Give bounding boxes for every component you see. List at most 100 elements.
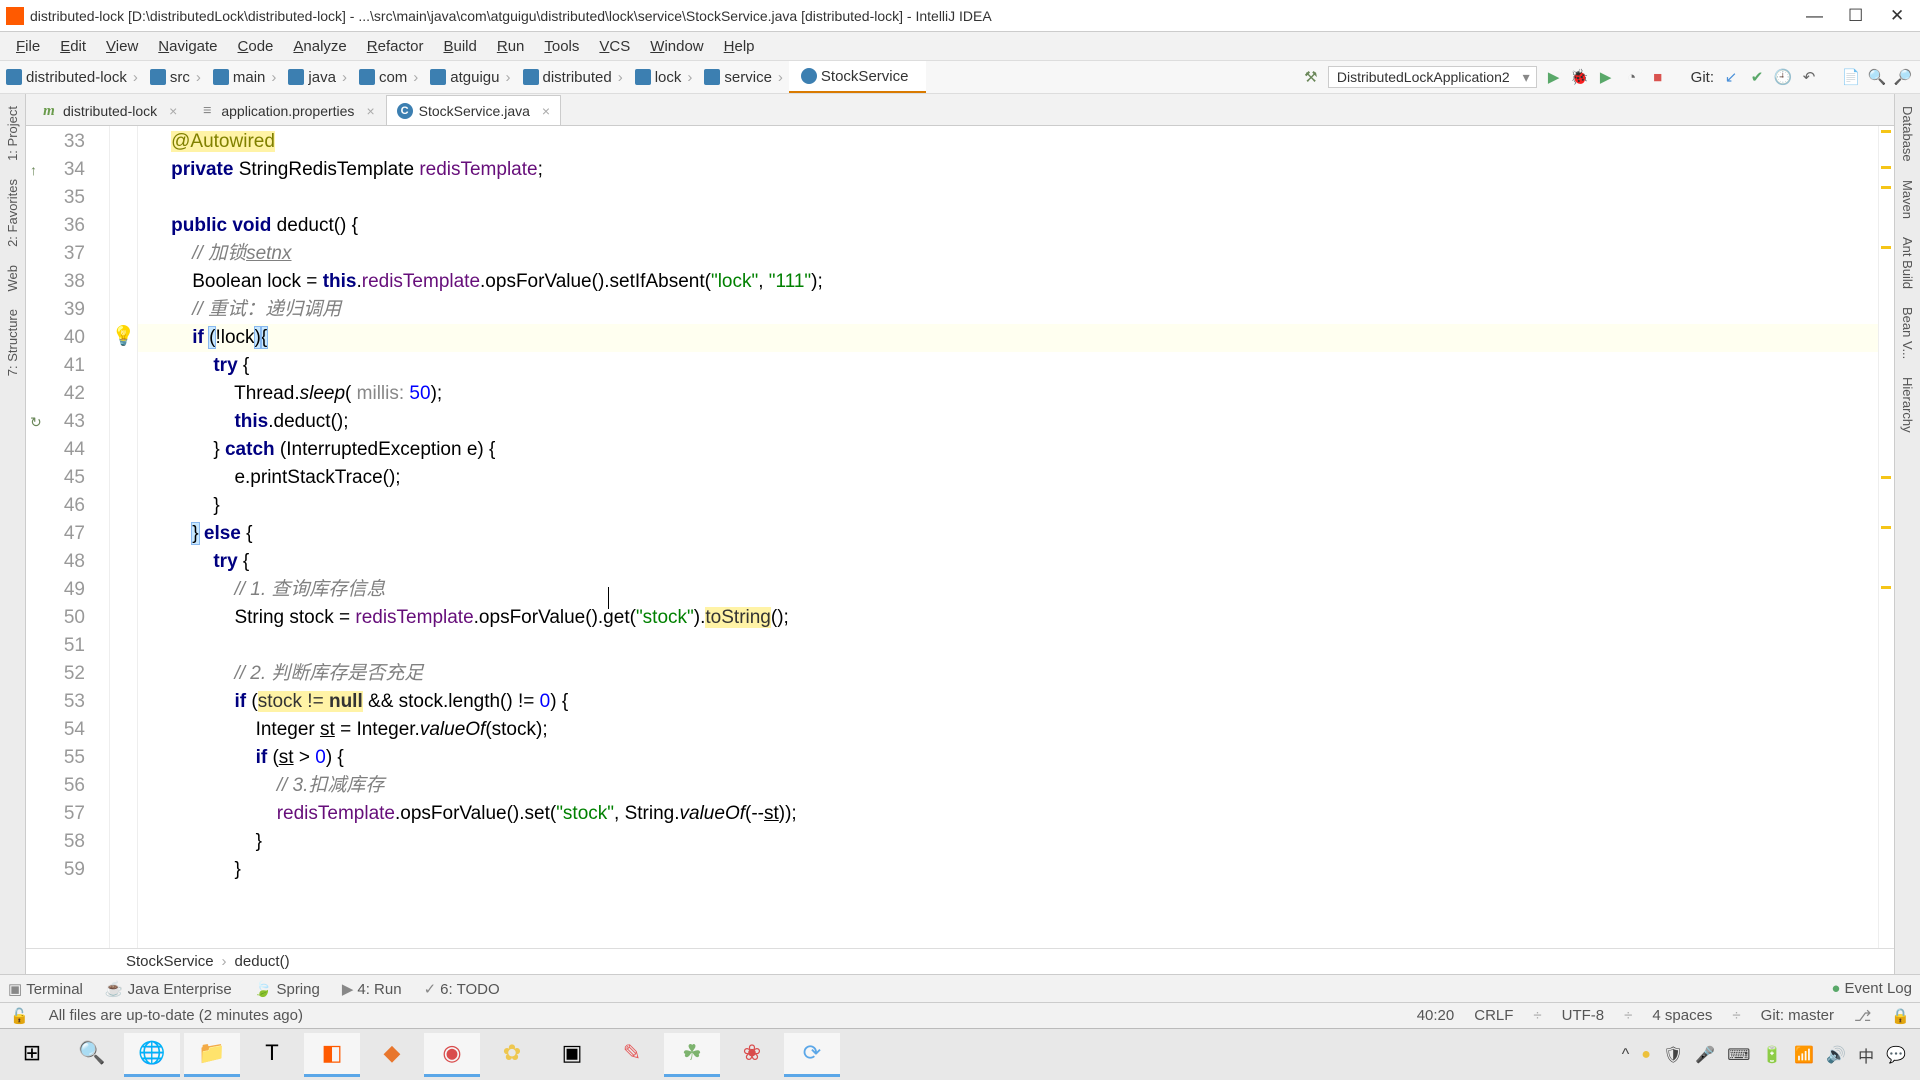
code-line[interactable]: if (!lock){ bbox=[138, 324, 1878, 352]
status-git-branch[interactable]: Git: master bbox=[1761, 1007, 1834, 1024]
code-line[interactable]: Integer st = Integer.valueOf(stock); bbox=[138, 716, 1878, 744]
code-line[interactable]: this.deduct(); bbox=[138, 408, 1878, 436]
warning-marker[interactable] bbox=[1881, 246, 1891, 249]
crumb-distributed-lock[interactable]: distributed-lock bbox=[0, 61, 144, 93]
toolwindow-bean-v---[interactable]: Bean V... bbox=[1900, 301, 1915, 365]
menu-item-view[interactable]: View bbox=[96, 38, 148, 55]
line-number[interactable]: 56 bbox=[26, 772, 109, 800]
code-editor[interactable]: 3334↑353637383940414243↻4445464748495051… bbox=[26, 126, 1894, 948]
profile-icon[interactable]: ◔ bbox=[1623, 68, 1641, 86]
terminal-icon[interactable]: ▣ bbox=[544, 1033, 600, 1077]
tray-volume-icon[interactable]: 🔊 bbox=[1826, 1045, 1846, 1065]
code-line[interactable]: } bbox=[138, 856, 1878, 884]
open-icon[interactable]: 📄 bbox=[1842, 68, 1860, 86]
status-line-sep[interactable]: CRLF bbox=[1474, 1007, 1513, 1024]
tab-distributed-lock[interactable]: mdistributed-lock× bbox=[30, 95, 188, 125]
menu-item-file[interactable]: File bbox=[6, 38, 50, 55]
crumb-distributed[interactable]: distributed bbox=[517, 61, 629, 93]
text-editor-icon[interactable]: T bbox=[244, 1033, 300, 1077]
code-line[interactable]: // 3.扣减库存 bbox=[138, 772, 1878, 800]
app-icon-3[interactable]: ✿ bbox=[484, 1033, 540, 1077]
code-line[interactable]: Thread.sleep( millis: 50); bbox=[138, 380, 1878, 408]
code-line[interactable]: @Autowired bbox=[138, 128, 1878, 156]
line-number[interactable]: 50 bbox=[26, 604, 109, 632]
toolwindow-maven[interactable]: Maven bbox=[1900, 174, 1915, 225]
coverage-icon[interactable]: ▶ bbox=[1597, 68, 1615, 86]
vcs-commit-icon[interactable]: ✔ bbox=[1748, 68, 1766, 86]
gutter-icon[interactable]: ↻ bbox=[30, 408, 42, 436]
intention-bulb-icon[interactable]: 💡 bbox=[110, 322, 137, 350]
line-number[interactable]: 38 bbox=[26, 268, 109, 296]
tray-wifi-icon[interactable]: 📶 bbox=[1794, 1045, 1814, 1065]
line-number[interactable]: 39 bbox=[26, 296, 109, 324]
maximize-button[interactable]: ☐ bbox=[1848, 9, 1862, 23]
warning-marker[interactable] bbox=[1881, 166, 1891, 169]
line-number[interactable]: 34↑ bbox=[26, 156, 109, 184]
tray-notification-icon[interactable]: 💬 bbox=[1886, 1045, 1906, 1065]
code-line[interactable]: } catch (InterruptedException e) { bbox=[138, 436, 1878, 464]
tray-ime-icon[interactable]: 中 bbox=[1858, 1043, 1874, 1067]
line-number[interactable]: 59 bbox=[26, 856, 109, 884]
code-line[interactable]: Boolean lock = this.redisTemplate.opsFor… bbox=[138, 268, 1878, 296]
status-lock-icon[interactable]: 🔓 bbox=[10, 1007, 29, 1025]
search-button[interactable]: 🔍 bbox=[64, 1033, 120, 1077]
intellij-icon[interactable]: ◧ bbox=[304, 1033, 360, 1077]
menu-item-help[interactable]: Help bbox=[714, 38, 765, 55]
line-number[interactable]: 43↻ bbox=[26, 408, 109, 436]
crumb-service[interactable]: service bbox=[698, 61, 789, 93]
line-number[interactable]: 44 bbox=[26, 436, 109, 464]
tray-onedrive-icon[interactable]: ● bbox=[1641, 1046, 1651, 1064]
line-number-gutter[interactable]: 3334↑353637383940414243↻4445464748495051… bbox=[26, 126, 110, 948]
chrome-icon[interactable]: 🌐 bbox=[124, 1033, 180, 1077]
line-number[interactable]: 52 bbox=[26, 660, 109, 688]
line-number[interactable]: 48 bbox=[26, 548, 109, 576]
toolwindow----todo[interactable]: ✓6: TODO bbox=[424, 980, 500, 998]
code-line[interactable]: try { bbox=[138, 352, 1878, 380]
menu-item-code[interactable]: Code bbox=[228, 38, 284, 55]
error-stripe[interactable] bbox=[1878, 126, 1894, 948]
line-number[interactable]: 33 bbox=[26, 128, 109, 156]
status-encoding[interactable]: UTF-8 bbox=[1562, 1007, 1605, 1024]
code-line[interactable]: // 加锁setnx bbox=[138, 240, 1878, 268]
toolwindow-spring[interactable]: 🍃Spring bbox=[254, 980, 320, 998]
toolwindow----run[interactable]: ▶4: Run bbox=[342, 980, 402, 998]
app-icon-5[interactable]: ☘ bbox=[664, 1033, 720, 1077]
find-icon[interactable]: 🔎 bbox=[1894, 68, 1912, 86]
menu-item-vcs[interactable]: VCS bbox=[589, 38, 640, 55]
tray-defender-icon[interactable]: 🛡 bbox=[1663, 1045, 1683, 1065]
code-line[interactable]: if (st > 0) { bbox=[138, 744, 1878, 772]
code-line[interactable] bbox=[138, 632, 1878, 660]
status-indent[interactable]: 4 spaces bbox=[1652, 1007, 1712, 1024]
warning-marker[interactable] bbox=[1881, 586, 1891, 589]
run-icon[interactable]: ▶ bbox=[1545, 68, 1563, 86]
crumb-src[interactable]: src bbox=[144, 61, 207, 93]
run-config-dropdown[interactable]: DistributedLockApplication2 bbox=[1328, 66, 1537, 88]
line-number[interactable]: 36 bbox=[26, 212, 109, 240]
breadcrumb-method[interactable]: deduct() bbox=[235, 953, 290, 970]
warning-marker[interactable] bbox=[1881, 476, 1891, 479]
explorer-icon[interactable]: 📁 bbox=[184, 1033, 240, 1077]
line-number[interactable]: 49 bbox=[26, 576, 109, 604]
build-icon[interactable]: ⚒ bbox=[1302, 68, 1320, 86]
toolwindow-java-enterprise[interactable]: ☕Java Enterprise bbox=[105, 980, 232, 998]
warning-marker[interactable] bbox=[1881, 186, 1891, 189]
line-number[interactable]: 57 bbox=[26, 800, 109, 828]
debug-icon[interactable]: 🐞 bbox=[1571, 68, 1589, 86]
status-lock-end-icon[interactable]: 🔒 bbox=[1891, 1007, 1910, 1025]
code-line[interactable]: try { bbox=[138, 548, 1878, 576]
code-line[interactable] bbox=[138, 184, 1878, 212]
toolwindow-terminal[interactable]: ▣Terminal bbox=[8, 980, 83, 998]
line-number[interactable]: 41 bbox=[26, 352, 109, 380]
tray-battery-icon[interactable]: 🔋 bbox=[1762, 1045, 1782, 1065]
menu-item-analyze[interactable]: Analyze bbox=[283, 38, 356, 55]
line-number[interactable]: 42 bbox=[26, 380, 109, 408]
menu-item-run[interactable]: Run bbox=[487, 38, 535, 55]
line-number[interactable]: 45 bbox=[26, 464, 109, 492]
tab-close-icon[interactable]: × bbox=[169, 103, 177, 119]
search-icon[interactable]: 🔍 bbox=[1868, 68, 1886, 86]
gutter-marks[interactable]: 💡 bbox=[110, 126, 138, 948]
tab-close-icon[interactable]: × bbox=[366, 103, 374, 119]
line-number[interactable]: 35 bbox=[26, 184, 109, 212]
crumb-java[interactable]: java bbox=[282, 61, 353, 93]
line-number[interactable]: 54 bbox=[26, 716, 109, 744]
